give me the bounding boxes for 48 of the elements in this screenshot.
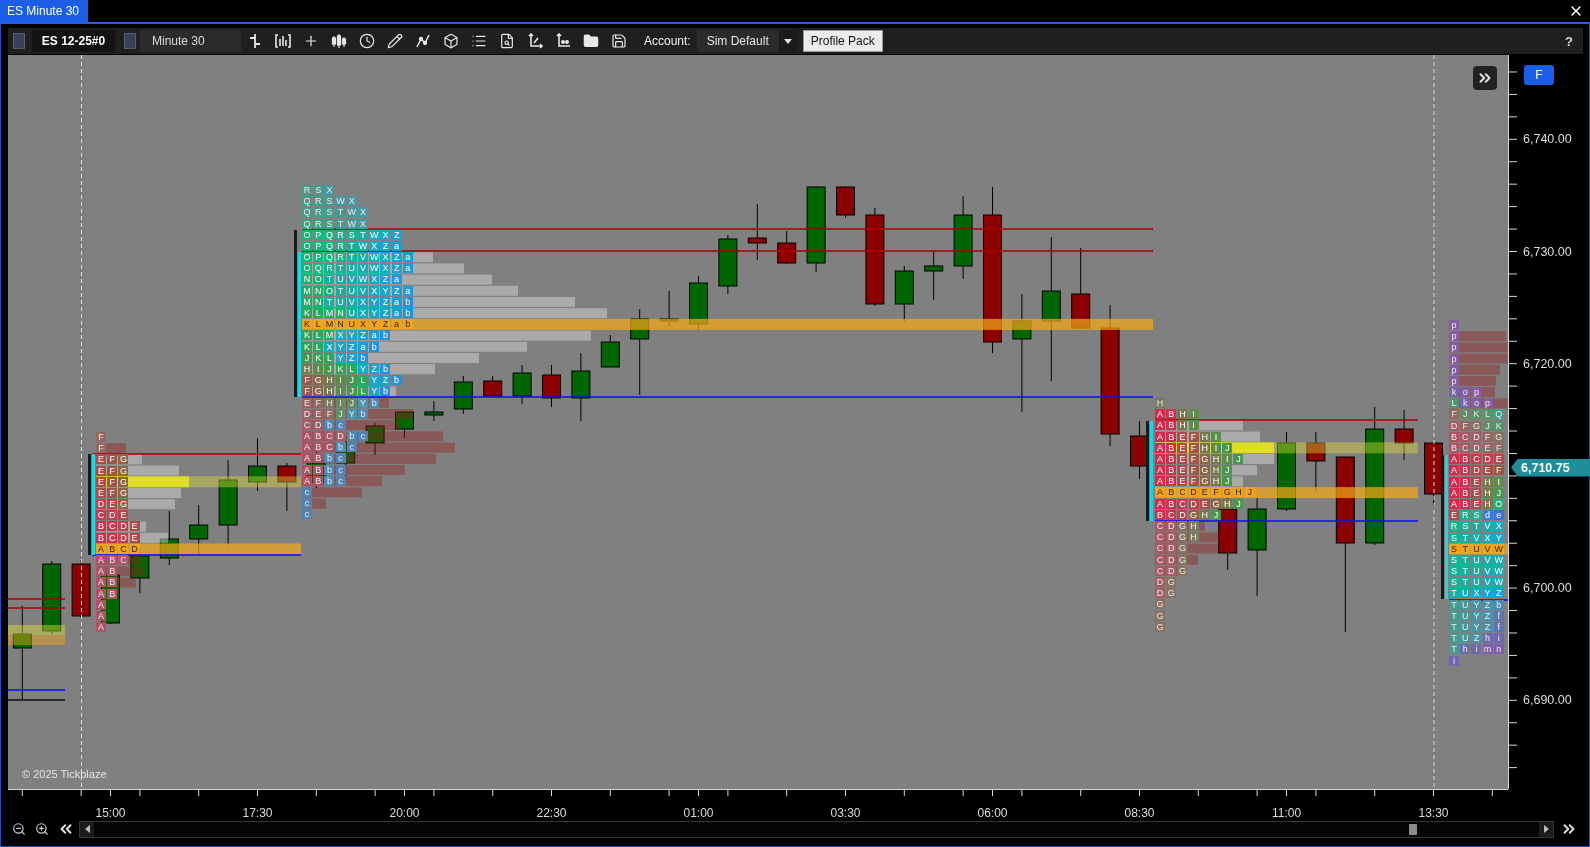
price-label: 6,720.00 — [1523, 356, 1572, 371]
time-label: 17:30 — [242, 806, 273, 820]
window-tab[interactable]: ES Minute 30 — [0, 0, 89, 22]
save-icon[interactable] — [611, 33, 627, 49]
price-label: 6,690.00 — [1523, 693, 1572, 708]
time-label: 08:30 — [1124, 806, 1155, 820]
price-label: 6,740.00 — [1523, 132, 1572, 147]
price-label: 6,700.00 — [1523, 581, 1572, 596]
time-label: 20:00 — [389, 806, 420, 820]
left-triangle-icon[interactable] — [84, 825, 90, 833]
cube-icon[interactable] — [443, 33, 459, 49]
trend-line-icon[interactable] — [415, 33, 431, 49]
profile-pack-button[interactable]: Profile Pack — [802, 30, 883, 52]
zoom-out-icon[interactable] — [12, 822, 26, 836]
account-dropdown[interactable]: Sim Default — [696, 30, 797, 52]
time-label: 01:00 — [683, 806, 714, 820]
axis-arrows-icon[interactable] — [527, 33, 543, 49]
time-label: 15:00 — [95, 806, 126, 820]
time-label: 03:30 — [830, 806, 861, 820]
f-button[interactable]: F — [1524, 65, 1554, 85]
caret-icon[interactable] — [783, 38, 792, 44]
ohlc-bar-icon[interactable] — [247, 33, 263, 49]
instrument-field[interactable]: ES 12-25#0 — [32, 30, 115, 52]
axis-dots-icon[interactable] — [555, 33, 571, 49]
bar-chart-icon[interactable] — [275, 33, 291, 49]
color-swatch-icon[interactable] — [13, 33, 25, 49]
help-button[interactable]: ? — [1565, 33, 1573, 49]
time-label: 13:30 — [1418, 806, 1449, 820]
folder-icon[interactable] — [583, 33, 599, 49]
time-label: 11:00 — [1271, 806, 1302, 820]
timeframe-field[interactable]: Minute 30 — [140, 30, 241, 52]
zoom-in-icon[interactable] — [35, 822, 49, 836]
crosshair-icon[interactable] — [303, 33, 319, 49]
scrollbar-track[interactable] — [79, 820, 1554, 838]
price-label: 6,730.00 — [1523, 244, 1572, 259]
scrollbar-thumb[interactable] — [1409, 823, 1417, 835]
account-label: Account: — [644, 34, 691, 48]
clock-icon[interactable] — [359, 33, 375, 49]
right-triangle-icon[interactable] — [1543, 825, 1549, 833]
list-icon[interactable] — [471, 33, 487, 49]
current-price-tag: 6,710.75 — [1511, 458, 1590, 477]
color-swatch-icon[interactable] — [124, 33, 136, 49]
document-search-icon[interactable] — [499, 33, 515, 49]
candlestick-icon[interactable] — [331, 33, 347, 49]
time-label: 22:30 — [536, 806, 567, 820]
time-label: 06:00 — [977, 806, 1008, 820]
close-icon[interactable] — [1568, 3, 1584, 19]
pencil-icon[interactable] — [387, 33, 403, 49]
